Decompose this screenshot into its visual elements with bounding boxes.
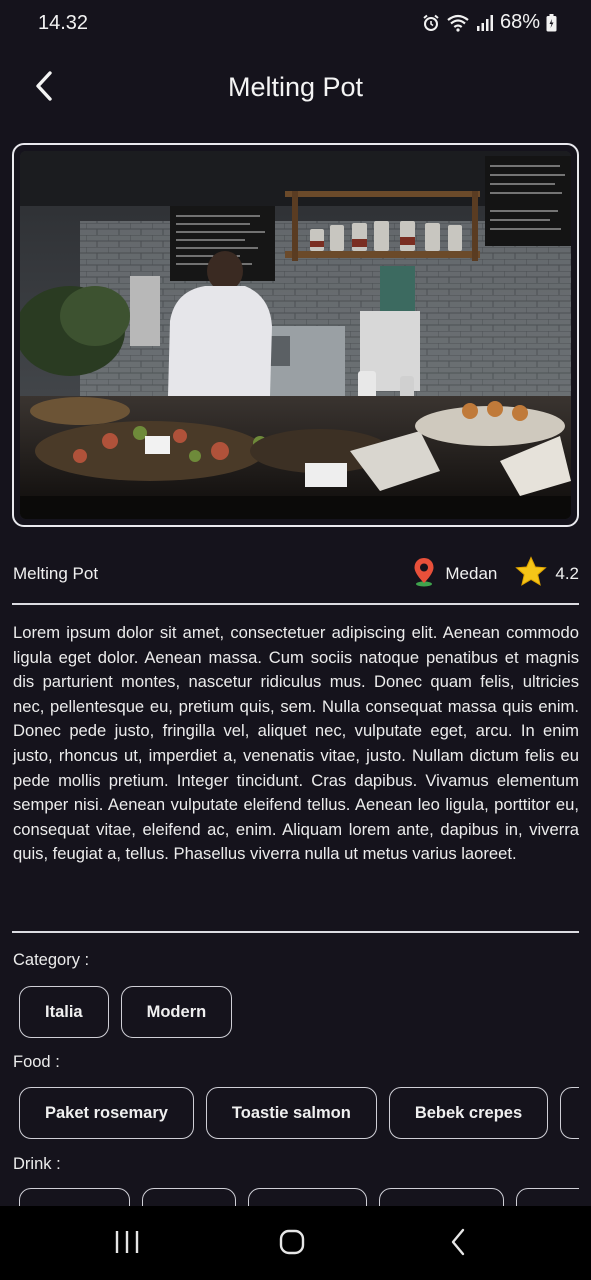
rating-value: 4.2 (555, 564, 579, 583)
hero-image-frame (12, 143, 579, 527)
hero-image (20, 151, 571, 519)
category-chips: Italia Modern (19, 986, 233, 1038)
food-chips: Paket rosemary Toastie salmon Bebek crep… (19, 1087, 579, 1139)
drink-chips-scroll[interactable] (0, 1188, 579, 1206)
description-text: Lorem ipsum dolor sit amet, consectetuer… (13, 623, 579, 864)
restaurant-detail-screen: 14.32 68% Melting Pot Melting Pot Medan … (0, 0, 591, 1280)
drink-chip[interactable] (248, 1188, 367, 1206)
food-chip[interactable]: Toastie salmon (205, 1087, 377, 1139)
divider (12, 603, 579, 605)
category-chip[interactable]: Modern (120, 986, 233, 1038)
recent-apps-button[interactable] (97, 1224, 157, 1264)
status-bar: 14.32 68% (0, 0, 591, 48)
food-chip[interactable] (560, 1087, 579, 1139)
rating: 4.2 (515, 556, 579, 592)
drink-chip[interactable] (19, 1188, 130, 1206)
battery-percent: 68% (499, 11, 540, 33)
drink-chip[interactable] (379, 1188, 504, 1206)
drink-chips (19, 1188, 579, 1206)
status-icons: 68% (422, 11, 557, 34)
divider (12, 931, 579, 933)
location-text: Medan (445, 564, 498, 583)
category-chip[interactable]: Italia (19, 986, 109, 1038)
alarm-icon (422, 14, 440, 32)
drink-label: Drink : (13, 1155, 61, 1173)
home-icon (279, 1229, 305, 1260)
food-label: Food : (13, 1053, 60, 1071)
app-bar: Melting Pot (0, 60, 591, 116)
location: Medan (413, 557, 497, 592)
info-row: Melting Pot Medan 4.2 (13, 556, 579, 592)
map-pin-icon (413, 557, 435, 592)
recent-apps-icon (114, 1230, 140, 1259)
star-icon (515, 556, 548, 592)
drink-chip[interactable] (142, 1188, 236, 1206)
food-chips-scroll[interactable]: Paket rosemary Toastie salmon Bebek crep… (0, 1087, 579, 1139)
category-label: Category : (13, 951, 90, 969)
system-nav-bar (0, 1206, 591, 1280)
wifi-icon (446, 14, 470, 32)
back-nav-button[interactable] (428, 1224, 488, 1264)
chevron-left-icon (449, 1228, 467, 1261)
status-time: 14.32 (38, 12, 89, 34)
battery-icon (546, 13, 557, 32)
restaurant-name: Melting Pot (13, 564, 99, 583)
food-chip[interactable]: Bebek crepes (388, 1087, 549, 1139)
home-button[interactable] (262, 1224, 322, 1264)
signal-icon (476, 14, 494, 32)
food-chip[interactable]: Paket rosemary (19, 1087, 194, 1139)
page-title: Melting Pot (227, 72, 364, 102)
drink-chip[interactable] (516, 1188, 579, 1206)
